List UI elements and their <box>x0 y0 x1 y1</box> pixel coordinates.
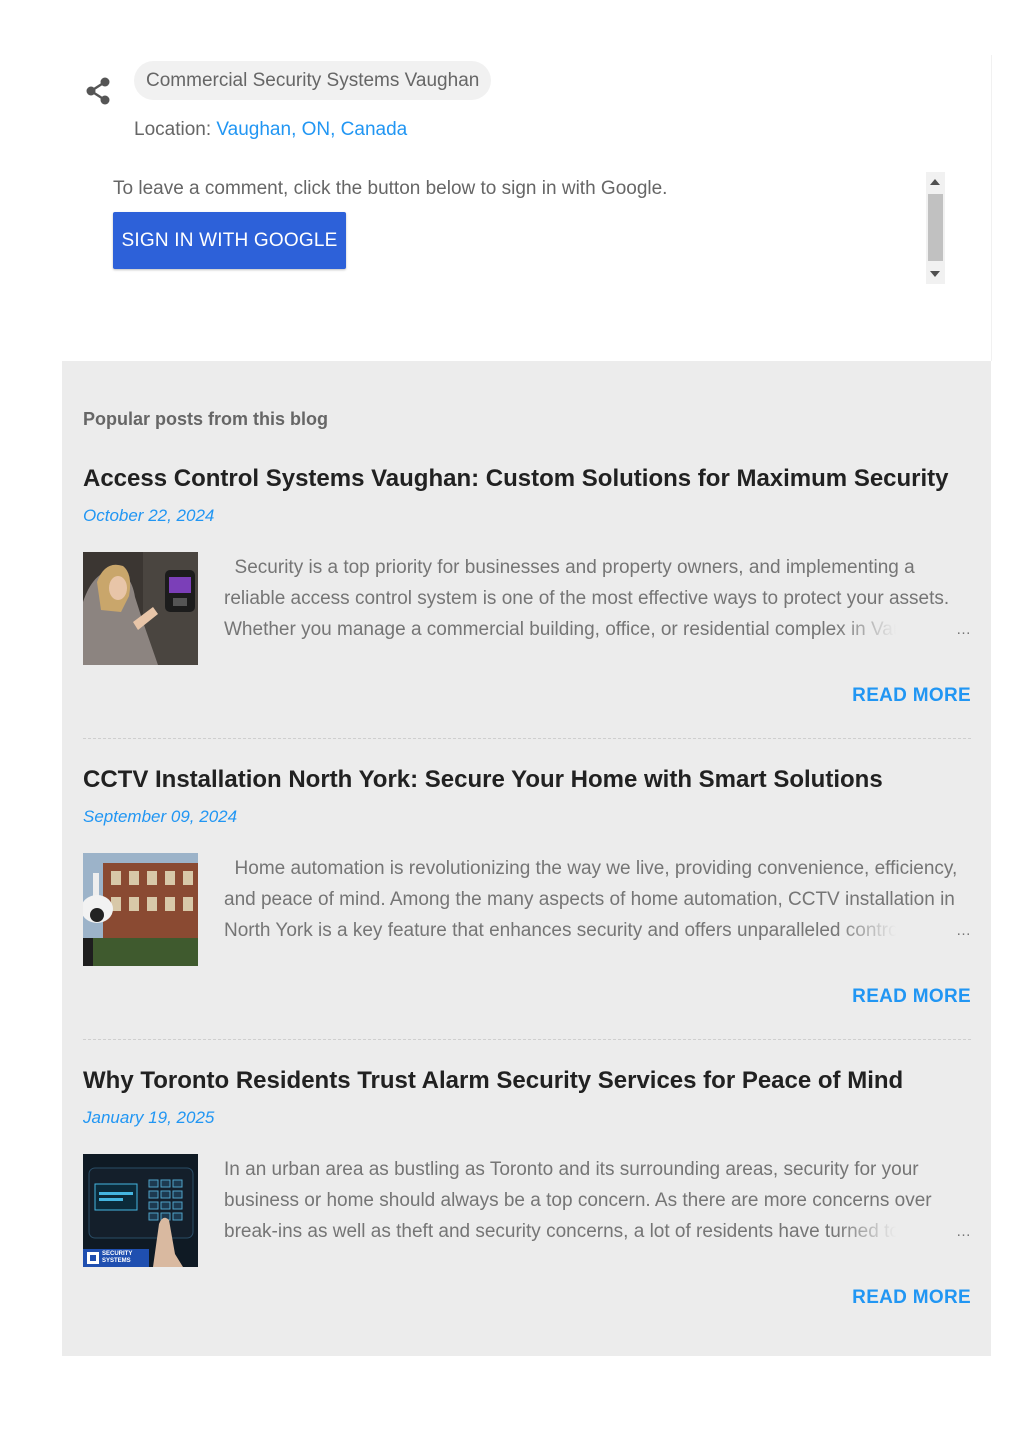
read-more-link[interactable]: READ MORE <box>852 986 971 1008</box>
location-link[interactable]: Vaughan, ON, Canada <box>216 119 407 140</box>
post-thumbnail-alarm-keypad[interactable]: SECURITY SYSTEMS <box>83 1154 198 1267</box>
popular-post: Access Control Systems Vaughan: Custom S… <box>83 465 971 706</box>
scroll-up-arrow-icon[interactable] <box>930 179 940 185</box>
read-more-link[interactable]: READ MORE <box>852 685 971 707</box>
post-date[interactable]: January 19, 2025 <box>83 1108 214 1128</box>
popular-post: CCTV Installation North York: Secure You… <box>83 766 971 1007</box>
location-prefix: Location: <box>134 119 212 140</box>
popular-posts-section: Popular posts from this blog Access Cont… <box>62 361 991 1356</box>
comment-frame: To leave a comment, click the button bel… <box>113 172 945 284</box>
scroll-thumb[interactable] <box>928 194 943 261</box>
sign-in-with-google-button[interactable]: SIGN IN WITH GOOGLE <box>113 212 346 269</box>
post-thumbnail-access-control[interactable] <box>83 552 198 665</box>
read-more-link[interactable]: READ MORE <box>852 1287 971 1309</box>
snippet-ellipsis: … <box>956 1223 971 1240</box>
post-title[interactable]: CCTV Installation North York: Secure You… <box>83 766 883 794</box>
post-snippet: Home automation is revolutionizing the w… <box>224 858 958 941</box>
snippet-ellipsis: … <box>956 621 971 638</box>
post-divider <box>83 738 971 739</box>
share-icon[interactable] <box>84 76 112 106</box>
post-label-chip[interactable]: Commercial Security Systems Vaughan <box>134 61 492 100</box>
popular-posts-heading: Popular posts from this blog <box>83 409 329 429</box>
thumb-badge-text: SECURITY SYSTEMS <box>102 1251 133 1264</box>
post-title[interactable]: Access Control Systems Vaughan: Custom S… <box>83 465 949 493</box>
post-thumbnail-cctv[interactable] <box>83 853 198 966</box>
snippet-ellipsis: … <box>956 922 971 939</box>
post-divider <box>83 1039 971 1040</box>
post-date[interactable]: October 22, 2024 <box>83 506 214 526</box>
post-date[interactable]: September 09, 2024 <box>83 807 237 827</box>
scroll-down-arrow-icon[interactable] <box>930 271 940 277</box>
comment-scrollbar[interactable] <box>926 172 945 284</box>
popular-post: Why Toronto Residents Trust Alarm Securi… <box>83 1067 971 1308</box>
comment-prompt: To leave a comment, click the button bel… <box>113 178 668 199</box>
post-snippet: In an urban area as bustling as Toronto … <box>224 1159 932 1242</box>
post-title[interactable]: Why Toronto Residents Trust Alarm Securi… <box>83 1067 903 1095</box>
post-snippet: Security is a top priority for businesse… <box>224 557 950 640</box>
post-location: Location: Vaughan, ON, Canada <box>134 119 407 141</box>
